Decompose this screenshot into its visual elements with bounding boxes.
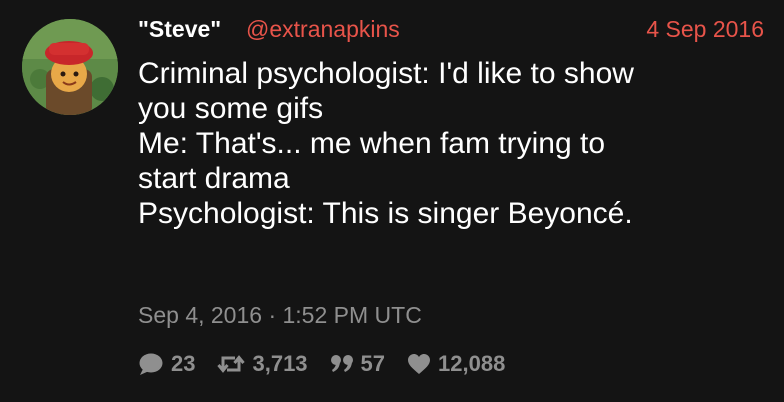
reply-count: 23	[171, 351, 196, 376]
like-stat[interactable]: 12,088	[407, 351, 505, 377]
quote-icon	[330, 355, 353, 372]
tweet-text-line: Criminal psychologist: I'd like to show	[138, 57, 634, 90]
tweet-card: "Steve" @extranapkins 4 Sep 2016 Crimina…	[0, 0, 784, 402]
tweet-stats-bar: 23 3,713 57 12,088	[138, 349, 527, 379]
avatar[interactable]	[22, 19, 118, 115]
like-count: 12,088	[438, 351, 506, 376]
quote-stat[interactable]: 57	[330, 351, 385, 377]
retweet-count: 3,713	[252, 351, 308, 376]
heart-icon	[408, 354, 431, 374]
tweet-date-link[interactable]: 4 Sep 2016	[646, 14, 764, 44]
tweet-text: Criminal psychologist: I'd like to show …	[138, 56, 768, 231]
quote-count: 57	[360, 351, 386, 376]
tweet-text-line: Me: That's... me when fam trying to	[138, 127, 606, 160]
user-handle[interactable]: @extranapkins	[246, 14, 400, 44]
reply-stat[interactable]: 23	[138, 351, 195, 377]
tweet-text-line: you some gifs	[138, 92, 324, 125]
tweet-text-line: start drama	[138, 162, 290, 195]
display-name[interactable]: "Steve"	[138, 14, 221, 44]
retweet-stat[interactable]: 3,713	[217, 351, 308, 377]
retweet-icon	[217, 355, 246, 373]
tweet-text-line: Psychologist: This is singer Beyoncé.	[138, 197, 633, 230]
comment-icon	[139, 353, 163, 375]
tweet-header: "Steve" @extranapkins 4 Sep 2016	[138, 14, 764, 44]
avatar-image	[22, 19, 118, 115]
tweet-timestamp[interactable]: Sep 4, 2016 · 1:52 PM UTC	[138, 300, 422, 330]
